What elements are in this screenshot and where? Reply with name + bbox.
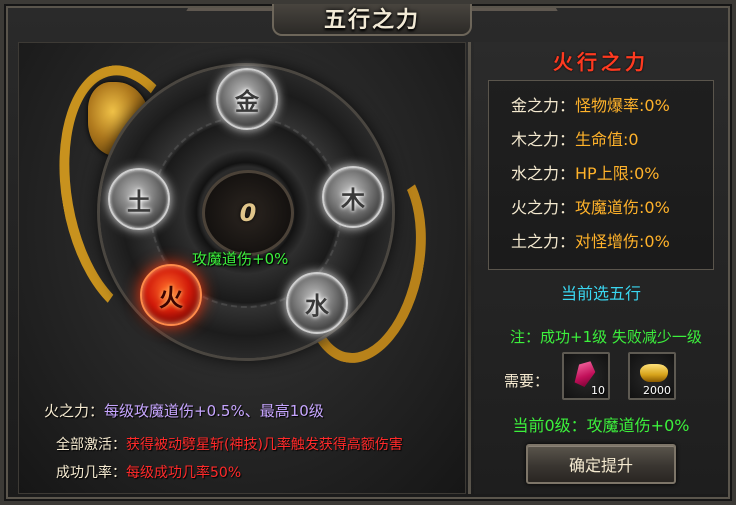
desc-value: 每级成功几率50% <box>126 465 242 481</box>
desc-key: 火之力： <box>44 402 105 420</box>
stat-value: HP上限:0% <box>575 164 660 183</box>
element-info-panel: 火行之力 金之力：怪物爆率:0% 木之力：生命值:0 水之力：HP上限:0% 火… <box>474 42 728 494</box>
level-counter: 0 <box>239 199 257 227</box>
success-rate-desc: 成功几率：每级成功几率50% <box>56 462 241 482</box>
element-orb-water[interactable]: 水 <box>286 272 348 334</box>
current-level-text: 当前0级：攻魔道伤+0% <box>512 416 690 435</box>
element-orb-metal[interactable]: 金 <box>216 68 278 130</box>
five-elements-window: 五行之力 0 金 木 水 火 土 攻魔道伤+0% 火之力：每级攻魔道伤+0.5%… <box>0 0 736 505</box>
requirement-label: 需要： <box>504 372 550 390</box>
current-element-label: 当前选五行 <box>560 284 641 303</box>
stat-key: 火之力： <box>511 198 576 217</box>
item-slot-gem[interactable]: 10 <box>562 352 610 400</box>
desc-value: 每级攻魔道伤+0.5%、最高10级 <box>104 402 324 420</box>
desc-key: 全部激活： <box>56 437 126 453</box>
stat-value: 攻魔道伤:0% <box>575 198 670 217</box>
title-ornament-right <box>465 8 565 22</box>
fire-effect-label: 攻魔道伤+0% <box>192 250 289 268</box>
item-count: 10 <box>591 384 605 397</box>
gold-ingot-icon <box>640 364 668 382</box>
stat-row: 木之力：生命值:0 <box>511 123 713 157</box>
stat-key: 水之力： <box>511 164 576 183</box>
metal-glyph: 金 <box>235 87 259 116</box>
title-plate: 五行之力 <box>272 4 472 36</box>
stat-key: 木之力： <box>511 130 576 149</box>
desc-value: 获得被动劈星斩(神技)几率触发获得高额伤害 <box>126 437 403 453</box>
element-orb-earth[interactable]: 土 <box>108 168 170 230</box>
selected-element-title: 火行之力 <box>553 50 649 74</box>
item-count: 2000 <box>643 384 671 397</box>
element-orb-fire[interactable]: 火 <box>140 264 202 326</box>
stat-key: 土之力： <box>511 232 576 251</box>
panel-divider <box>468 42 471 494</box>
stat-row: 水之力：HP上限:0% <box>511 157 713 191</box>
stat-row: 土之力：对怪增伤:0% <box>511 225 713 259</box>
upgrade-rule-note: 注：成功+1级 失败减少一级 <box>510 328 702 346</box>
stat-value: 对怪增伤:0% <box>575 232 670 251</box>
stat-row: 金之力：怪物爆率:0% <box>511 89 713 123</box>
stat-value: 生命值:0 <box>575 130 639 149</box>
stat-row: 火之力：攻魔道伤:0% <box>511 191 713 225</box>
wood-glyph: 木 <box>341 185 365 214</box>
title-ornament-left <box>179 8 279 22</box>
full-activation-desc: 全部激活：获得被动劈星斩(神技)几率触发获得高额伤害 <box>56 434 403 454</box>
stat-value: 怪物爆率:0% <box>575 96 670 115</box>
stat-key: 金之力： <box>511 96 576 115</box>
window-title: 五行之力 <box>323 8 420 33</box>
confirm-upgrade-button[interactable]: 确定提升 <box>526 444 676 484</box>
desc-key: 成功几率： <box>56 465 126 481</box>
fire-glyph: 火 <box>159 283 183 312</box>
water-glyph: 水 <box>305 291 329 320</box>
item-slot-gold[interactable]: 2000 <box>628 352 676 400</box>
stats-box: 金之力：怪物爆率:0% 木之力：生命值:0 水之力：HP上限:0% 火之力：攻魔… <box>488 80 714 270</box>
fire-power-desc: 火之力：每级攻魔道伤+0.5%、最高10级 <box>44 400 324 421</box>
element-orb-wood[interactable]: 木 <box>322 166 384 228</box>
earth-glyph: 土 <box>127 187 151 216</box>
